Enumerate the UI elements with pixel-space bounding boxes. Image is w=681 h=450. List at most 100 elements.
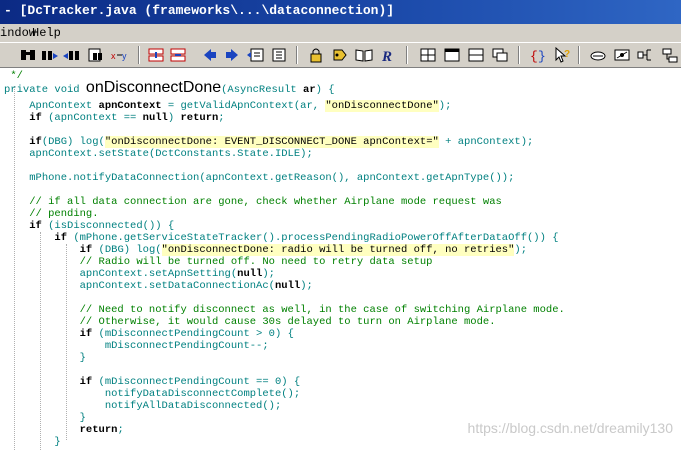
code-token: + apnContext); — [438, 136, 534, 148]
code-keyword: null — [142, 112, 168, 124]
menu-window[interactable]: indow — [0, 26, 36, 40]
code-token: apnContext.setDataConnectionAc( — [79, 280, 275, 292]
code-token: mPhone.notifyDataConnection(apnContext.g… — [29, 172, 515, 184]
code-line: if (mPhone.getServiceStateTracker().proc… — [4, 232, 559, 244]
menu-bar: indow Help — [0, 24, 681, 43]
code-token: (mPhone.getServiceStateTracker().process… — [67, 232, 559, 244]
split-horizontal-icon[interactable] — [466, 45, 486, 65]
svg-text:?: ? — [564, 49, 570, 60]
window-list-icon[interactable] — [270, 45, 290, 65]
grid-icon[interactable] — [418, 45, 438, 65]
code-keyword: null — [237, 268, 263, 280]
replace-icon[interactable]: xy — [110, 45, 130, 65]
cascade-icon[interactable] — [490, 45, 510, 65]
flow-icon[interactable] — [660, 45, 680, 65]
code-string: "onDisconnectDone" — [325, 100, 439, 112]
function-name: onDisconnectDone — [85, 79, 222, 96]
toolbar-separator — [406, 46, 408, 64]
code-keyword: return — [79, 424, 118, 436]
code-line: */ — [4, 70, 23, 82]
code-line: notifyDataDisconnectComplete(); — [4, 388, 300, 400]
back-arrow-icon[interactable] — [200, 45, 220, 65]
svg-text:x: x — [111, 51, 116, 61]
code-token: notifyAllDataDisconnected(); — [104, 400, 282, 412]
r-icon[interactable]: R — [378, 45, 398, 65]
book-icon[interactable] — [354, 45, 374, 65]
code-token: (apnContext == — [41, 112, 143, 124]
code-token: (DBG) log( — [92, 244, 162, 256]
window-single-icon[interactable] — [442, 45, 462, 65]
code-token: } — [54, 436, 61, 448]
svg-text:{: { — [530, 49, 538, 63]
code-line: // Need to notify disconnect as well, in… — [4, 304, 565, 316]
bookmark-next-icon[interactable] — [168, 45, 188, 65]
code-token: (mDisconnectPendingCount > 0) { — [92, 328, 294, 340]
find-next-icon[interactable] — [40, 45, 60, 65]
code-keyword: ar — [303, 84, 316, 96]
code-token: ; — [117, 424, 124, 436]
node-icon[interactable] — [636, 45, 656, 65]
window-title: - [DcTracker.java (frameworks\...\dataco… — [4, 3, 395, 18]
code-token: ); — [438, 100, 452, 112]
paint-icon[interactable] — [612, 45, 632, 65]
cursor-help-icon[interactable]: ? — [552, 45, 572, 65]
watermark: https://blog.csdn.net/dreamily130 — [467, 420, 673, 436]
window-icon[interactable] — [246, 45, 266, 65]
lock-icon[interactable] — [306, 45, 326, 65]
code-line: } — [4, 352, 86, 364]
code-line: ApnContext apnContext = getValidApnConte… — [4, 100, 451, 112]
find-previous-icon[interactable] — [62, 45, 82, 65]
code-token: (AsyncResult — [221, 84, 304, 96]
svg-text:}: } — [538, 49, 546, 63]
code-line: return; — [4, 424, 124, 436]
toolbar-separator — [296, 46, 298, 64]
code-editor[interactable]: */private void onDisconnectDone(AsyncRes… — [0, 68, 681, 450]
code-keyword: apnContext — [98, 100, 162, 112]
code-line: } — [4, 412, 86, 424]
code-token: apnContext.setState(DctConstants.State.I… — [29, 148, 313, 160]
code-line: if (DBG) log("onDisconnectDone: radio wi… — [4, 244, 527, 256]
tools-icon[interactable] — [588, 45, 608, 65]
code-line: if (apnContext == null) return; — [4, 112, 224, 124]
code-line: // pending. — [4, 208, 99, 220]
code-keyword: if — [29, 112, 42, 124]
code-line: if(DBG) log("onDisconnectDone: EVENT_DIS… — [4, 136, 533, 148]
tag-icon[interactable] — [330, 45, 350, 65]
svg-text:R: R — [381, 49, 392, 63]
bookmark-prev-icon[interactable] — [146, 45, 166, 65]
code-line: apnContext.setDataConnectionAc(null); — [4, 280, 313, 292]
code-comment: // pending. — [29, 208, 99, 220]
code-token: } — [79, 412, 86, 424]
binoculars-icon[interactable] — [18, 45, 38, 65]
code-string: "onDisconnectDone: EVENT_DISCONNECT_DONE… — [104, 136, 439, 148]
code-token: ApnContext — [29, 100, 99, 112]
code-token: ) — [167, 112, 181, 124]
find-in-files-icon[interactable] — [86, 45, 106, 65]
code-line: if (isDisconnected()) { — [4, 220, 174, 232]
svg-text:y: y — [122, 51, 127, 61]
code-keyword: return — [180, 112, 219, 124]
window-titlebar[interactable]: - [DcTracker.java (frameworks\...\dataco… — [0, 0, 681, 24]
code-line: if (mDisconnectPendingCount == 0) { — [4, 376, 301, 388]
code-line: // if all data connection are gone, chec… — [4, 196, 502, 208]
code-token: ); — [262, 268, 275, 280]
code-line: // Otherwise, it would cause 30s delayed… — [4, 316, 496, 328]
forward-arrow-icon[interactable] — [222, 45, 242, 65]
braces-icon[interactable]: {} — [528, 45, 548, 65]
code-comment: */ — [10, 70, 23, 82]
code-token: ); — [514, 244, 528, 256]
menu-help[interactable]: Help — [32, 26, 61, 40]
